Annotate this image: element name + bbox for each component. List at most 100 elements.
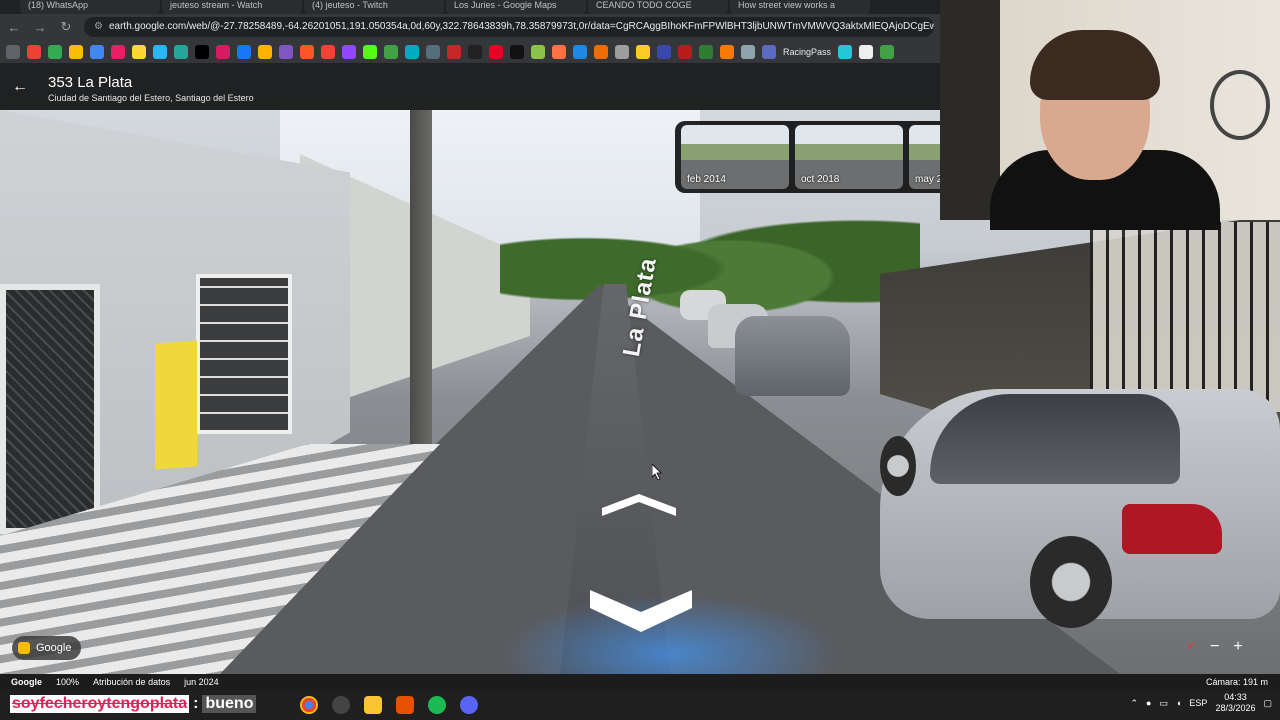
gmail-icon[interactable]	[27, 44, 41, 59]
clock[interactable]: 04:33 28/3/2026	[1215, 692, 1255, 714]
drive-icon[interactable]	[69, 44, 83, 59]
bookmark-icon[interactable]	[279, 44, 293, 59]
reload-icon[interactable]: ↻	[58, 19, 74, 35]
back-arrow-icon[interactable]: ←	[10, 78, 30, 96]
bookmark-icon[interactable]	[838, 44, 853, 59]
file-explorer-icon[interactable]	[364, 696, 382, 714]
bookmark-icon[interactable]	[615, 44, 629, 59]
bolt-icon[interactable]	[258, 44, 272, 59]
tab-strip: (18) WhatsApp jeuteso stream - Watch (4)…	[0, 0, 940, 14]
zoom-out-icon[interactable]: −	[1210, 638, 1219, 656]
url-field[interactable]: ⚙ earth.google.com/web/@-27.78258489,-64…	[84, 17, 934, 37]
back-icon[interactable]: ←	[6, 20, 22, 35]
data-attribution-link[interactable]: Atribución de datos	[93, 677, 170, 687]
tab-twitch[interactable]: (4) jeuteso - Twitch	[304, 0, 444, 14]
google-logo: Google	[11, 677, 42, 687]
google-badge[interactable]: Google	[12, 636, 82, 660]
pinterest-icon[interactable]	[489, 44, 503, 59]
twitch-icon[interactable]	[342, 44, 356, 59]
bookmark-icon[interactable]	[720, 44, 734, 59]
apps-icon[interactable]	[6, 44, 20, 59]
tab-cceando[interactable]: CEANDO TODO COGE	[588, 0, 728, 14]
window	[196, 274, 292, 434]
historical-imagery-strip: feb 2014 oct 2018 may 20	[675, 121, 940, 193]
telegram-icon[interactable]	[153, 44, 167, 59]
bookmark-icon[interactable]	[741, 44, 755, 59]
spotify-icon[interactable]	[428, 696, 446, 714]
bookmark-icon[interactable]	[657, 44, 671, 59]
camera-altitude: Cámara: 191 m	[1205, 677, 1268, 687]
x-icon[interactable]	[195, 44, 209, 59]
address-bar: ← → ↻ ⚙ earth.google.com/web/@-27.782584…	[0, 14, 940, 40]
bookmark-icon[interactable]	[174, 44, 188, 59]
microphone-icon[interactable]: ●	[1146, 698, 1151, 708]
bookmarks-bar: RacingPass	[0, 40, 940, 64]
bookmark-icon[interactable]	[531, 44, 545, 59]
discord-icon[interactable]	[460, 696, 478, 714]
thumbnail-feb-2014[interactable]: feb 2014	[681, 125, 789, 189]
forward-nav-arrow[interactable]	[602, 494, 676, 516]
place-title: 353 La Plata	[48, 74, 133, 91]
bookmark-icon[interactable]	[321, 44, 335, 59]
bookmark-icon[interactable]	[447, 44, 461, 59]
bookmark-icon[interactable]	[762, 44, 776, 59]
window	[0, 284, 100, 534]
window-grille	[1090, 222, 1280, 412]
tiktok-icon[interactable]	[510, 44, 524, 59]
kick-icon[interactable]	[363, 44, 377, 59]
tab-whatsapp[interactable]: (18) WhatsApp	[20, 0, 160, 14]
backward-nav-arrow[interactable]	[590, 590, 692, 632]
bookmark-icon[interactable]	[573, 44, 587, 59]
bookmark-icon[interactable]	[678, 44, 692, 59]
docs-icon[interactable]	[90, 44, 104, 59]
notification-icon[interactable]: ▢	[1263, 698, 1272, 709]
site-info-icon[interactable]: ⚙	[94, 17, 103, 37]
wheel	[1030, 536, 1112, 628]
google-badge-label: Google	[36, 642, 72, 654]
utility-pole	[410, 110, 432, 445]
system-tray: ⌃ ● ▭ ◖ ESP 04:33 28/3/2026 ▢	[1130, 692, 1272, 714]
bookmark-icon[interactable]	[859, 44, 874, 59]
keyboard-language[interactable]: ESP	[1189, 698, 1207, 708]
chrome-icon[interactable]	[300, 696, 318, 714]
bookmark-icon[interactable]	[426, 44, 440, 59]
tab-maps[interactable]: Los Juries - Google Maps	[446, 0, 586, 14]
facebook-icon[interactable]	[237, 44, 251, 59]
capture-date: jun 2024	[184, 677, 219, 687]
bookmark-icon[interactable]	[636, 44, 650, 59]
app-icon[interactable]	[396, 696, 414, 714]
screen: (18) WhatsApp jeuteso stream - Watch (4)…	[0, 0, 1280, 720]
bookmark-icon[interactable]	[405, 44, 419, 59]
bookmark-icon[interactable]	[699, 44, 713, 59]
forward-icon[interactable]: →	[32, 20, 48, 35]
url-text: earth.google.com/web/@-27.78258489,-64.2…	[108, 21, 934, 32]
zoom-level: 100%	[56, 677, 80, 687]
tail-light	[1122, 504, 1222, 554]
tab-stream[interactable]: jeuteso stream - Watch	[162, 0, 302, 14]
thumbnail-may[interactable]: may 20	[909, 125, 940, 189]
thumbnail-oct-2018[interactable]: oct 2018	[795, 125, 903, 189]
tab-street-view-info[interactable]: How street view works a	[730, 0, 870, 14]
webcam-door	[940, 0, 1000, 220]
chat-message: bueno	[202, 695, 257, 713]
map-status-bar: Google 100% Atribución de datos jun 2024…	[0, 674, 1280, 690]
photos-icon[interactable]	[111, 44, 125, 59]
bookmark-icon[interactable]	[594, 44, 608, 59]
network-icon[interactable]: ▭	[1159, 698, 1168, 709]
chevron-up-icon[interactable]: ⌃	[1130, 698, 1138, 709]
maps-icon[interactable]	[48, 44, 62, 59]
speaker-icon[interactable]: ◖	[1176, 698, 1181, 708]
bookmark-icon[interactable]	[384, 44, 398, 59]
reddit-icon[interactable]	[300, 44, 314, 59]
compass-icon[interactable]: ➶	[1186, 638, 1196, 656]
clock-date: 28/3/2026	[1215, 703, 1256, 713]
zoom-in-icon[interactable]: +	[1233, 638, 1242, 656]
instagram-icon[interactable]	[216, 44, 230, 59]
keep-icon[interactable]	[132, 44, 146, 59]
obs-icon[interactable]	[332, 696, 350, 714]
poster	[155, 340, 197, 470]
bookmark-racingpass[interactable]: RacingPass	[783, 47, 831, 57]
bookmark-icon[interactable]	[880, 44, 895, 59]
bookmark-icon[interactable]	[468, 44, 482, 59]
soundcloud-icon[interactable]	[552, 44, 566, 59]
